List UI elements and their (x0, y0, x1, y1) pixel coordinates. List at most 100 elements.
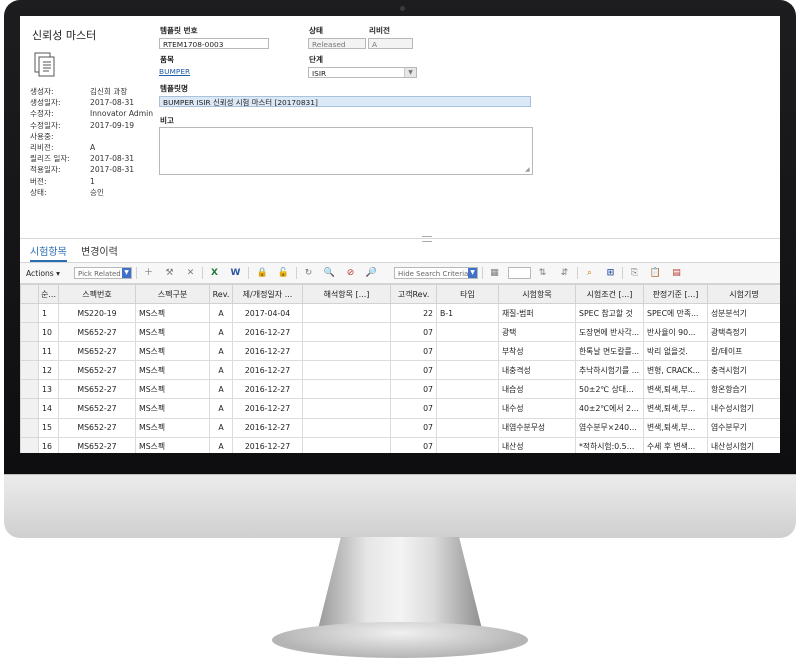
cell[interactable]: 07 (390, 417, 437, 438)
row-selector[interactable] (20, 341, 39, 362)
cell[interactable]: 07 (390, 360, 437, 381)
template-no-field[interactable]: RTEM1708-0003 (159, 38, 269, 49)
template-name-field[interactable]: BUMPER ISIR 신뢰성 시험 마스터 [20170831] (159, 96, 531, 107)
cell[interactable]: 부착성 (498, 341, 576, 362)
cell[interactable]: 07 (390, 398, 437, 419)
cell[interactable]: A (209, 360, 233, 381)
column-header[interactable]: 고객Rev. (390, 284, 437, 304)
cell[interactable]: 변색,퇴색,부... (643, 398, 708, 419)
cell[interactable] (302, 360, 391, 381)
table-row[interactable]: 16 MS652-27 MS스펙 A 2016-12-27 07 내산성 *적하… (20, 436, 780, 453)
cell[interactable]: MS652-27 (58, 379, 136, 400)
cell[interactable]: 내산성시험기 (707, 436, 780, 453)
cell[interactable]: 2016-12-27 (232, 417, 303, 438)
cell[interactable] (436, 341, 499, 362)
cell[interactable]: 14 (38, 398, 59, 419)
cell[interactable]: 12 (38, 360, 59, 381)
cell[interactable]: 2017-04-04 (232, 302, 303, 324)
cell[interactable] (436, 379, 499, 400)
table-row[interactable]: 14 MS652-27 MS스펙 A 2016-12-27 07 내수성 40±… (20, 398, 780, 419)
search-options-icon[interactable]: 🔎 (365, 267, 378, 279)
resize-grip-icon[interactable]: ◢ (525, 167, 531, 173)
table-row[interactable]: 11 MS652-27 MS스펙 A 2016-12-27 07 부착성 한톡날… (20, 341, 780, 362)
cell[interactable]: 22 (390, 302, 437, 324)
column-header[interactable]: 스펙구분 (135, 284, 210, 304)
cell[interactable]: 내수성 (498, 398, 576, 419)
cell[interactable]: 07 (390, 379, 437, 400)
cell[interactable]: MS스펙 (135, 417, 210, 438)
row-selector[interactable] (20, 322, 39, 343)
cell[interactable]: 변색,퇴색,부... (643, 417, 708, 438)
cell[interactable]: 재질-범퍼 (498, 302, 576, 324)
column-header[interactable]: 시험기명 (707, 284, 780, 304)
column-header[interactable]: 스펙번호 (58, 284, 136, 304)
cell[interactable]: A (209, 417, 233, 438)
hide-search-criteria-select[interactable]: Hide Search Criteria ▼ (394, 267, 478, 279)
cell[interactable]: *적하시험:0.5%... (575, 436, 644, 453)
note-textarea[interactable]: ◢ (159, 127, 533, 175)
cell[interactable]: A (209, 436, 233, 453)
cell[interactable]: MS스펙 (135, 379, 210, 400)
column-header[interactable]: 타입 (436, 284, 499, 304)
cell[interactable]: 2016-12-27 (232, 360, 303, 381)
cell[interactable]: MS스펙 (135, 341, 210, 362)
cell[interactable] (436, 436, 499, 453)
table-row[interactable]: 10 MS652-27 MS스펙 A 2016-12-27 07 광택 도장면에… (20, 322, 780, 343)
tab-change-history[interactable]: 변경이력 (81, 245, 118, 260)
column-header[interactable]: 제/개정일자 ... (232, 284, 303, 304)
table-row[interactable]: 15 MS652-27 MS스펙 A 2016-12-27 07 내염수분무성 … (20, 417, 780, 438)
revision-field[interactable]: A (368, 38, 413, 49)
cell[interactable]: 07 (390, 436, 437, 453)
column-header[interactable]: 판정기준 [...] (643, 284, 708, 304)
cell[interactable]: A (209, 322, 233, 343)
column-header[interactable]: Rev. (209, 284, 233, 304)
delete-icon[interactable]: ✕ (184, 267, 197, 279)
cell[interactable]: 광택 (498, 322, 576, 343)
column-header[interactable]: 해석항목 [...] (302, 284, 391, 304)
cell[interactable]: 한톡날 면도칼를... (575, 341, 644, 362)
cell[interactable]: A (209, 398, 233, 419)
cell[interactable]: 충격시험기 (707, 360, 780, 381)
cell[interactable]: MS652-27 (58, 322, 136, 343)
column-header[interactable]: 시험조건 [...] (575, 284, 644, 304)
table-row[interactable]: 13 MS652-27 MS스펙 A 2016-12-27 07 내습성 50±… (20, 379, 780, 400)
chevron-down-icon[interactable]: ▼ (404, 68, 416, 77)
cell[interactable] (302, 398, 391, 419)
cell[interactable] (436, 398, 499, 419)
cell[interactable]: 광택측정기 (707, 322, 780, 343)
cell[interactable]: 수세 후 변색... (643, 436, 708, 453)
cell[interactable]: MS652-27 (58, 398, 136, 419)
cell[interactable]: MS스펙 (135, 302, 210, 324)
cell[interactable]: MS652-27 (58, 341, 136, 362)
cell[interactable]: MS652-27 (58, 436, 136, 453)
column-select-icon[interactable]: ▦ (488, 267, 501, 279)
cell[interactable]: MS스펙 (135, 436, 210, 453)
cell[interactable] (436, 360, 499, 381)
cell[interactable]: SPEC에 만족... (643, 302, 708, 324)
column-header[interactable]: 순... (38, 284, 59, 304)
paste-icon[interactable]: 📋 (649, 267, 662, 279)
cell[interactable]: A (209, 341, 233, 362)
cell[interactable] (302, 436, 391, 453)
cell[interactable]: 11 (38, 341, 59, 362)
unlock-icon[interactable]: 🔓 (277, 267, 290, 279)
cell[interactable]: 내염수분무성 (498, 417, 576, 438)
cell[interactable]: 내산성 (498, 436, 576, 453)
row-selector[interactable] (20, 302, 39, 324)
cell[interactable]: 변색,퇴색,부... (643, 379, 708, 400)
cell[interactable]: 2016-12-27 (232, 398, 303, 419)
cell[interactable]: MS220-19 (58, 302, 136, 324)
table-row[interactable]: 1 MS220-19 MS스펙 A 2017-04-04 22 B-1 재질-범… (20, 302, 780, 324)
cell[interactable]: MS스펙 (135, 360, 210, 381)
cell[interactable]: 내습성 (498, 379, 576, 400)
item-link[interactable]: BUMPER (159, 67, 190, 76)
row-selector[interactable] (20, 398, 39, 419)
cell[interactable]: 2016-12-27 (232, 379, 303, 400)
search-clear-icon[interactable]: ⊘ (344, 267, 357, 279)
cell[interactable]: 07 (390, 341, 437, 362)
cell[interactable]: 염수분무기 (707, 417, 780, 438)
cell[interactable]: 15 (38, 417, 59, 438)
cell[interactable]: 내충격성 (498, 360, 576, 381)
cell[interactable]: 2016-12-27 (232, 322, 303, 343)
pick-items-icon[interactable]: ⚒ (163, 267, 176, 279)
